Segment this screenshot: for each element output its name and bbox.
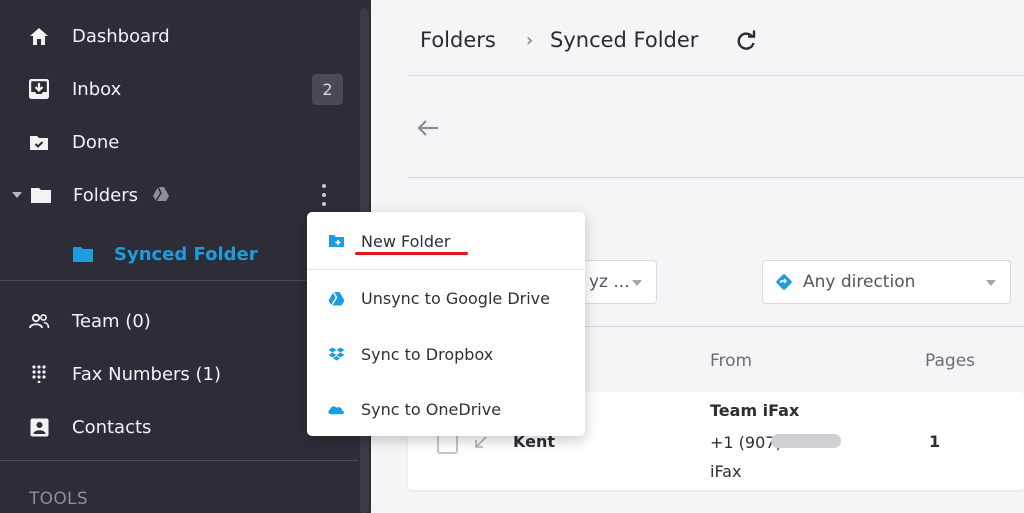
- menu-item-new-folder[interactable]: New Folder: [307, 215, 585, 267]
- highlight-underline: [355, 252, 468, 255]
- google-drive-sync-icon: [152, 186, 170, 207]
- back-arrow-icon[interactable]: [416, 119, 440, 137]
- folder-options-menu: New Folder Unsync to Google Drive Sync t…: [307, 212, 585, 436]
- menu-item-label: Sync to Dropbox: [361, 344, 494, 364]
- sidebar-item-team[interactable]: Team (0): [0, 299, 360, 343]
- direction-select[interactable]: Any direction: [762, 260, 1011, 304]
- sidebar-item-dashboard[interactable]: Dashboard: [0, 14, 360, 58]
- sidebar-item-label: Team (0): [72, 310, 151, 332]
- dropbox-icon: [327, 345, 345, 363]
- sidebar-divider: [0, 460, 358, 461]
- sidebar-item-done[interactable]: Done: [0, 120, 360, 164]
- sidebar-item-inbox[interactable]: Inbox 2: [0, 67, 360, 111]
- sidebar-item-label: Dashboard: [72, 25, 170, 47]
- sidebar-item-fax-numbers[interactable]: Fax Numbers (1): [0, 352, 360, 396]
- sidebar-item-synced-folder[interactable]: Synced Folder: [0, 232, 360, 276]
- row-from-title: Team iFax: [710, 401, 800, 420]
- toolbar-row: [408, 77, 1024, 178]
- breadcrumb-current: Synced Folder: [550, 28, 699, 52]
- menu-item-label: New Folder: [361, 231, 451, 251]
- menu-item-sync-dropbox[interactable]: Sync to Dropbox: [307, 328, 585, 380]
- menu-item-label: Unsync to Google Drive: [361, 288, 550, 308]
- row-from-sub: iFax: [710, 462, 742, 481]
- filter-select-first[interactable]: yz ...: [574, 260, 657, 304]
- redacted-number: [771, 434, 841, 448]
- chevron-down-icon: [632, 280, 642, 286]
- sidebar-divider: [0, 280, 358, 281]
- dialpad-icon: [28, 363, 50, 385]
- menu-item-sync-onedrive[interactable]: Sync to OneDrive: [307, 383, 585, 435]
- chevron-down-icon: [986, 280, 996, 286]
- team-icon: [28, 310, 50, 332]
- sidebar-item-contacts[interactable]: Contacts: [0, 405, 360, 449]
- inbox-icon: [28, 78, 50, 100]
- page-header: Folders › Synced Folder: [408, 0, 1024, 76]
- onedrive-icon: [327, 400, 345, 418]
- menu-divider: [307, 269, 585, 270]
- menu-item-unsync-google-drive[interactable]: Unsync to Google Drive: [307, 272, 585, 324]
- menu-item-label: Sync to OneDrive: [361, 399, 502, 419]
- contact-icon: [28, 416, 50, 438]
- sidebar-item-label: Contacts: [72, 416, 152, 438]
- google-drive-icon: [327, 289, 345, 307]
- inbox-count-badge: 2: [312, 73, 343, 105]
- sidebar-item-label: Synced Folder: [114, 243, 258, 265]
- breadcrumb-chevron-icon: ›: [526, 30, 534, 51]
- sidebar-item-label: Fax Numbers (1): [72, 363, 222, 385]
- direction-select-value: Any direction: [803, 272, 916, 292]
- home-icon: [28, 25, 50, 47]
- row-checkbox[interactable]: [437, 433, 458, 454]
- direction-icon: [775, 273, 793, 296]
- refresh-icon[interactable]: [735, 30, 757, 52]
- folder-icon: [72, 243, 94, 265]
- column-header-from[interactable]: From: [710, 351, 752, 371]
- folder-options-kebab-icon[interactable]: [318, 184, 330, 206]
- row-pages: 1: [929, 432, 941, 451]
- new-folder-icon: [327, 232, 345, 250]
- sidebar-item-label: Done: [72, 131, 120, 153]
- direction-arrow-icon: [474, 434, 488, 453]
- sidebar-item-folders[interactable]: Folders: [0, 173, 360, 217]
- done-folder-icon: [28, 131, 50, 153]
- sidebar-item-label: Folders: [73, 184, 139, 206]
- filter-select-value: yz ...: [589, 272, 630, 292]
- column-header-pages[interactable]: Pages: [925, 351, 975, 371]
- tools-section-label: TOOLS: [29, 489, 88, 509]
- folder-icon: [30, 184, 52, 206]
- breadcrumb-folders[interactable]: Folders: [420, 28, 496, 52]
- collapse-caret-icon[interactable]: [12, 192, 22, 198]
- sidebar-item-label: Inbox: [72, 78, 122, 100]
